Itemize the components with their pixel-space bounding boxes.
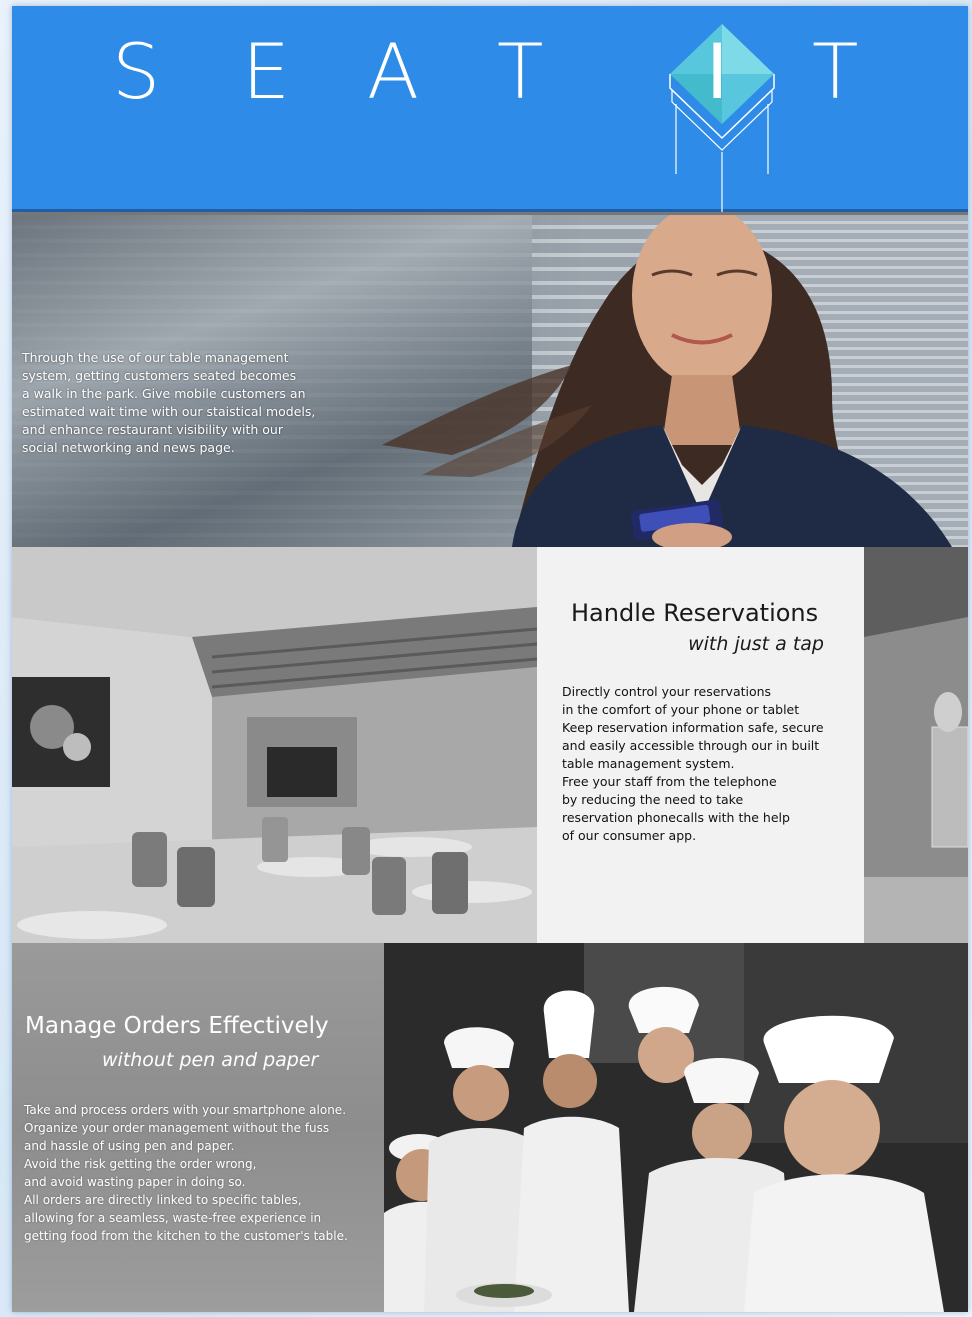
hero-line: a walk in the park. Give mobile customer… xyxy=(22,386,306,401)
logo-letter-a: A xyxy=(367,27,419,116)
reservations-line: Free your staff from the telephone xyxy=(562,774,777,789)
orders-section: Manage Orders Effectively without pen an… xyxy=(12,943,968,1312)
orders-line: getting food from the kitchen to the cus… xyxy=(24,1229,348,1243)
hero-line: and enhance restaurant visibility with o… xyxy=(22,422,283,437)
reservations-title: Handle Reservations xyxy=(571,599,819,627)
reservations-section: Handle Reservations with just a tap Dire… xyxy=(12,547,968,943)
logo-letter-t2: T xyxy=(812,27,859,116)
hero-line: social networking and news page. xyxy=(22,440,235,455)
header-banner: S E A T I T xyxy=(12,6,968,212)
reservations-line: reservation phonecalls with the help xyxy=(562,810,790,825)
orders-line: Organize your order management without t… xyxy=(24,1121,330,1135)
hero-description: Through the use of our table management … xyxy=(22,349,340,457)
orders-description: Take and process orders with your smartp… xyxy=(24,1101,380,1245)
logo-letter-s: S xyxy=(112,27,161,116)
reservations-subtitle: with just a tap xyxy=(688,633,824,655)
reservations-line: by reducing the need to take xyxy=(562,792,744,807)
hero-line: system, getting customers seated becomes xyxy=(22,368,297,383)
logo-letter-e: E xyxy=(242,27,291,116)
orders-title: Manage Orders Effectively xyxy=(25,1013,329,1039)
orders-line: allowing for a seamless, waste-free expe… xyxy=(24,1211,322,1225)
woman-with-phone-photo xyxy=(382,215,952,547)
brochure-page: S E A T I T Through the use of our table… xyxy=(12,6,968,1312)
reservations-line: Keep reservation information safe, secur… xyxy=(562,720,824,735)
hero-line: estimated wait time with our staistical … xyxy=(22,404,316,419)
reservations-line: table management system. xyxy=(562,756,735,771)
hero-line: Through the use of our table management xyxy=(22,350,289,365)
logo-letter-i: I xyxy=(706,27,729,116)
reservations-line: in the comfort of your phone or tablet xyxy=(562,702,800,717)
chefs-group-photo xyxy=(384,943,968,1312)
reservations-line: of our consumer app. xyxy=(562,828,697,843)
reservations-line: Directly control your reservations xyxy=(562,684,772,699)
orders-line: Take and process orders with your smartp… xyxy=(24,1103,347,1117)
orders-line: and avoid wasting paper in doing so. xyxy=(24,1175,246,1189)
orders-line: and hassle of using pen and paper. xyxy=(24,1139,235,1153)
orders-line: Avoid the risk getting the order wrong, xyxy=(24,1157,257,1171)
orders-subtitle: without pen and paper xyxy=(102,1049,319,1071)
hero-section: Through the use of our table management … xyxy=(12,215,968,547)
reservations-line: and easily accessible through our in bui… xyxy=(562,738,820,753)
reservations-description: Directly control your reservations in th… xyxy=(562,683,852,845)
orders-line: All orders are directly linked to specif… xyxy=(24,1193,302,1207)
reservations-panel: Handle Reservations with just a tap Dire… xyxy=(537,547,864,943)
logo-letter-t: T xyxy=(497,27,544,116)
